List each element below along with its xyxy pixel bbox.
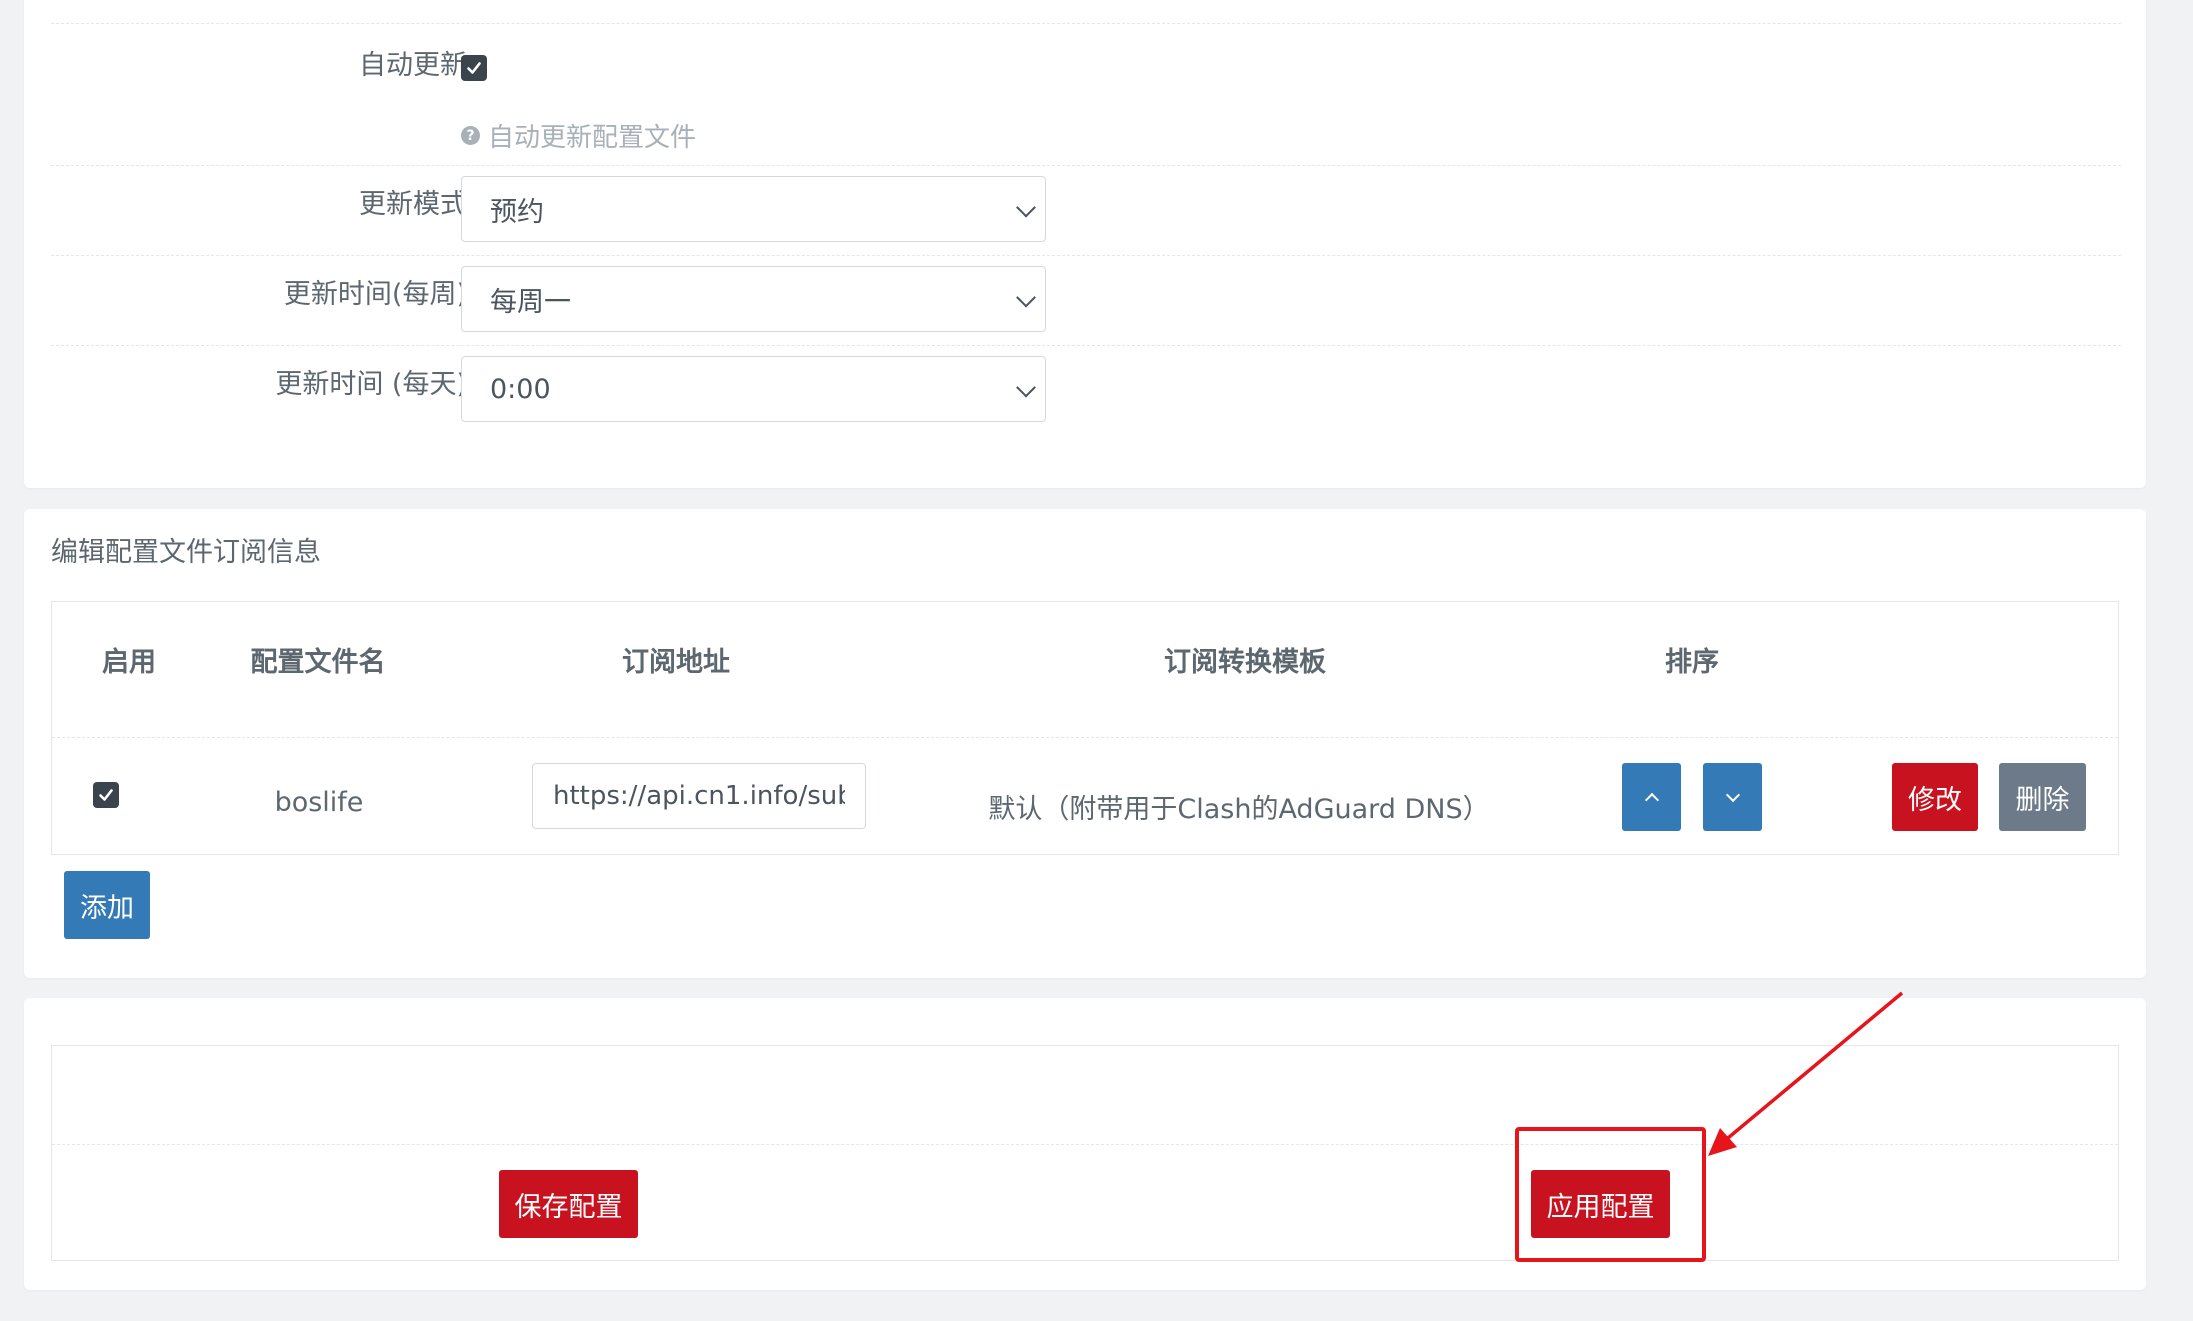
update-week-label: 更新时间(每周)	[283, 279, 467, 310]
header-template: 订阅转换模板	[1164, 647, 1326, 678]
update-mode-select[interactable]: 预约	[461, 176, 1046, 242]
chevron-down-icon	[1016, 377, 1036, 398]
row-template: 默认（附带用于Clash的AdGuard DNS）	[988, 794, 1490, 825]
move-down-button[interactable]	[1703, 763, 1762, 831]
header-enabled: 启用	[102, 647, 156, 678]
actions-box	[51, 1045, 2119, 1261]
header-sort: 排序	[1665, 647, 1719, 678]
auto-update-hint: ? 自动更新配置文件	[461, 117, 696, 154]
update-mode-value: 预约	[490, 196, 544, 228]
divider	[51, 255, 2121, 256]
add-button[interactable]: 添加	[64, 871, 150, 939]
divider	[51, 165, 2121, 166]
check-icon	[99, 789, 113, 801]
chevron-down-icon	[1016, 197, 1036, 218]
update-day-label: 更新时间 (每天)	[275, 369, 467, 400]
chevron-up-icon	[1644, 792, 1659, 807]
auto-update-label: 自动更新	[359, 50, 467, 81]
apply-config-button[interactable]: 应用配置	[1531, 1170, 1670, 1238]
update-week-select[interactable]: 每周一	[461, 266, 1046, 332]
check-icon	[467, 62, 481, 74]
subscriptions-card: 编辑配置文件订阅信息 启用 配置文件名 订阅地址 订阅转换模板 排序 bosli…	[24, 509, 2146, 978]
header-config-name: 配置文件名	[250, 647, 386, 678]
row-enabled-checkbox[interactable]	[93, 782, 119, 808]
question-circle-icon: ?	[461, 126, 480, 145]
update-day-value: 0:00	[490, 373, 551, 405]
divider	[51, 345, 2121, 346]
update-week-value: 每周一	[490, 286, 571, 318]
chevron-down-icon	[1725, 787, 1740, 802]
update-settings-card: 自动更新 ? 自动更新配置文件 更新模式 预约 更新时间(每周) 每周一 更新时…	[24, 0, 2146, 488]
auto-update-checkbox[interactable]	[461, 55, 487, 81]
auto-update-hint-text: 自动更新配置文件	[488, 123, 697, 153]
divider	[52, 1144, 2118, 1145]
row-url-input[interactable]	[532, 763, 866, 829]
header-subscription-url: 订阅地址	[622, 647, 730, 678]
delete-button[interactable]: 删除	[1999, 763, 2086, 831]
chevron-down-icon	[1016, 287, 1036, 308]
actions-card: 保存配置 应用配置	[24, 998, 2146, 1290]
move-up-button[interactable]	[1622, 763, 1681, 831]
save-config-button[interactable]: 保存配置	[499, 1170, 638, 1238]
update-day-select[interactable]: 0:00	[461, 356, 1046, 422]
update-mode-label: 更新模式	[359, 189, 467, 220]
divider	[51, 23, 2121, 24]
page: 自动更新 ? 自动更新配置文件 更新模式 预约 更新时间(每周) 每周一 更新时…	[0, 0, 2193, 1321]
section-title: 编辑配置文件订阅信息	[51, 537, 321, 568]
row-config-name: boslife	[274, 787, 364, 818]
edit-button[interactable]: 修改	[1892, 763, 1978, 831]
subscriptions-table: 启用 配置文件名 订阅地址 订阅转换模板 排序 boslife 默认（附带用于C…	[51, 601, 2119, 855]
row-divider	[52, 737, 2118, 738]
